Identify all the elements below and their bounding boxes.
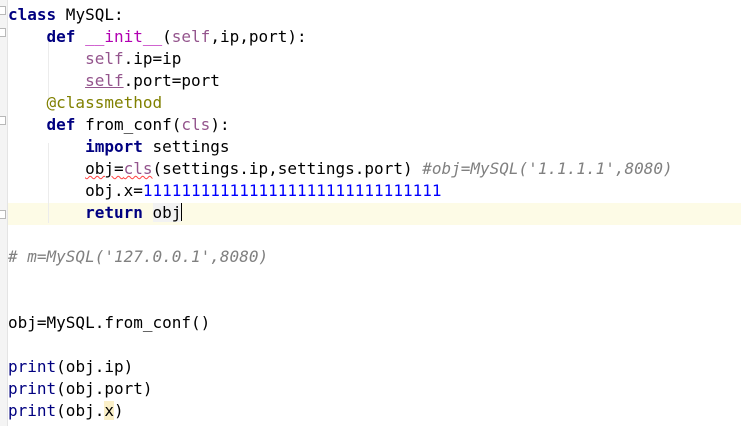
paren: ( xyxy=(162,27,172,46)
cls-param: cls xyxy=(181,115,211,134)
class-name: MySQL: xyxy=(56,5,124,24)
code-line-3[interactable]: self.ip=ip xyxy=(8,48,181,70)
decorator: @classmethod xyxy=(46,93,163,112)
assignment-target: obj= xyxy=(85,159,124,178)
text-caret xyxy=(181,203,183,221)
code-line-10[interactable]: return obj xyxy=(8,202,183,224)
paren: ): xyxy=(210,115,230,134)
highlighted-attribute: x xyxy=(104,401,114,420)
call-args: (obj.port) xyxy=(56,379,153,398)
code-line-5[interactable]: @classmethod xyxy=(8,92,163,114)
code-line-2[interactable]: def __init__(self,ip,port): xyxy=(8,26,307,48)
comment: # m=MySQL('127.0.0.1',8080) xyxy=(8,247,269,266)
assignment-target: obj.x= xyxy=(85,181,143,200)
code-line-15[interactable]: obj=MySQL.from_conf() xyxy=(8,312,210,334)
call-args: (obj. xyxy=(56,401,105,420)
call-args: (obj.ip) xyxy=(56,357,134,376)
module-name: settings xyxy=(142,137,230,156)
builtin-print: print xyxy=(8,379,57,398)
number-literal: 1111111111111111111111111111111 xyxy=(142,181,442,200)
fold-marker-icon[interactable] xyxy=(0,28,6,37)
assignment: .port=port xyxy=(123,71,220,90)
builtin-print: print xyxy=(8,401,57,420)
keyword-def: def xyxy=(46,115,76,134)
keyword-class: class xyxy=(8,5,57,24)
code-line-4[interactable]: self.port=port xyxy=(8,70,220,92)
params: ,ip,port): xyxy=(210,27,307,46)
code-editor[interactable]: class MySQL: def __init__(self,ip,port):… xyxy=(0,0,741,426)
code-line-19[interactable]: print(obj.x) xyxy=(8,400,124,422)
keyword-def: def xyxy=(46,27,76,46)
statement: obj=MySQL.from_conf() xyxy=(8,313,211,332)
fold-marker-icon[interactable] xyxy=(0,210,6,219)
inline-comment: #obj=MySQL('1.1.1.1',8080) xyxy=(422,159,673,178)
fold-marker-icon[interactable] xyxy=(0,6,6,15)
function-signature: from_conf( xyxy=(75,115,182,134)
code-line-6[interactable]: def from_conf(cls): xyxy=(8,114,230,136)
code-line-7[interactable]: import settings xyxy=(8,136,230,158)
call-args: (settings.ip,settings.port) xyxy=(152,159,423,178)
function-name: __init__ xyxy=(85,27,163,46)
assignment: .ip=ip xyxy=(123,49,182,68)
code-line-1[interactable]: class MySQL: xyxy=(8,4,124,26)
paren: ) xyxy=(113,401,124,420)
code-line-9[interactable]: obj.x=1111111111111111111111111111111 xyxy=(8,180,441,202)
cls-ref: cls xyxy=(123,159,153,178)
editor-gutter xyxy=(0,0,8,426)
code-line-18[interactable]: print(obj.port) xyxy=(8,378,153,400)
keyword-import: import xyxy=(85,137,143,156)
code-line-8[interactable]: obj=cls(settings.ip,settings.port) #obj=… xyxy=(8,158,673,180)
fold-marker-icon[interactable] xyxy=(0,116,6,125)
self-ref: self xyxy=(85,71,124,90)
builtin-print: print xyxy=(8,357,57,376)
return-value: obj xyxy=(152,203,182,222)
code-line-17[interactable]: print(obj.ip) xyxy=(8,356,133,378)
code-line-12[interactable]: # m=MySQL('127.0.0.1',8080) xyxy=(8,246,268,268)
self-param: self xyxy=(171,27,211,46)
self-ref: self xyxy=(85,49,124,68)
keyword-return: return xyxy=(85,203,143,222)
